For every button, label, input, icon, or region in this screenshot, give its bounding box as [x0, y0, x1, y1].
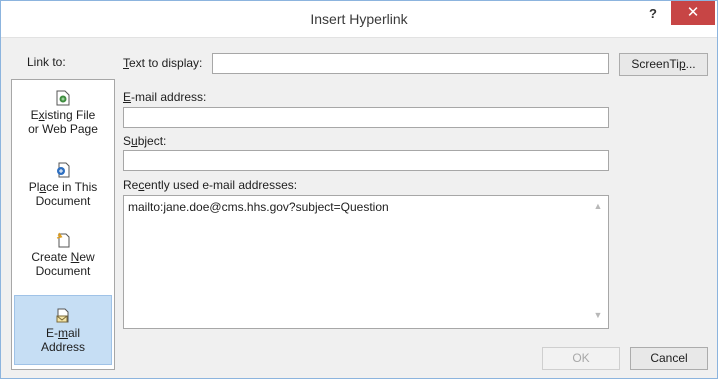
link-to-panel: Existing File or Web Page Place in This …: [11, 79, 115, 370]
link-create-line1-pre: Create: [31, 250, 71, 264]
link-place-line2: Document: [35, 194, 91, 208]
insert-hyperlink-dialog: Insert Hyperlink ? ✕ Link to: Existing F…: [0, 0, 718, 379]
link-email-line1-pre: E-: [45, 326, 58, 340]
subject-label-rest: bject:: [137, 134, 167, 148]
dialog-title: Insert Hyperlink: [310, 11, 408, 27]
link-email-line2: Address: [40, 340, 86, 354]
email-address-label: E-mail address:: [123, 90, 206, 104]
link-create-new-document[interactable]: Create New Document: [14, 232, 112, 282]
link-email-line1-post: ail: [67, 326, 80, 340]
email-address-accel: E: [123, 90, 132, 104]
existing-file-icon: [56, 90, 70, 106]
cancel-button[interactable]: Cancel: [630, 347, 708, 370]
link-place-in-document[interactable]: Place in This Document: [14, 162, 112, 210]
place-in-document-icon: [57, 162, 70, 178]
link-place-line1-pre: Pl: [28, 180, 40, 194]
new-document-icon: [56, 232, 70, 248]
scroll-up-arrow-icon[interactable]: ▲: [590, 201, 606, 215]
link-to-label: Link to:: [27, 55, 66, 69]
ok-button[interactable]: OK: [542, 347, 620, 370]
text-to-display-label-rest: ext to display:: [129, 56, 203, 70]
link-existing-file[interactable]: Existing File or Web Page: [14, 90, 112, 138]
scroll-down-arrow-icon[interactable]: ▼: [590, 310, 606, 324]
link-existing-file-line2: or Web Page: [28, 122, 98, 136]
subject-label: Subject:: [123, 134, 166, 148]
link-place-line1-post: ce in This: [46, 180, 98, 194]
text-to-display-label: Text to display:: [123, 56, 202, 70]
link-email-address[interactable]: E-mail Address: [14, 295, 112, 365]
recent-label-rest: ently used e-mail addresses:: [144, 178, 298, 192]
subject-accel: u: [131, 134, 138, 148]
recent-addresses-label: Recently used e-mail addresses:: [123, 178, 297, 192]
subject-label-pre: S: [123, 134, 132, 148]
link-create-line2: Document: [35, 264, 91, 278]
screentip-label-post: ...: [685, 57, 696, 71]
link-create-line1-post: ew: [79, 250, 95, 264]
recent-label-pre: Re: [123, 178, 139, 192]
title-bar: Insert Hyperlink ? ✕: [1, 1, 717, 38]
help-button[interactable]: ?: [641, 4, 665, 28]
email-address-input[interactable]: [123, 107, 609, 128]
email-icon: [56, 308, 69, 323]
subject-input[interactable]: [123, 150, 609, 171]
link-existing-file-line1-post: isting File: [44, 108, 96, 122]
recent-address-item[interactable]: mailto:jane.doe@cms.hhs.gov?subject=Ques…: [128, 200, 389, 214]
recent-addresses-list[interactable]: mailto:jane.doe@cms.hhs.gov?subject=Ques…: [123, 195, 609, 329]
link-email-line1-accel: m: [57, 326, 68, 340]
email-address-label-rest: -mail address:: [131, 90, 207, 104]
close-button[interactable]: ✕: [671, 1, 715, 25]
screentip-accel: p: [678, 57, 686, 71]
text-to-display-input[interactable]: [212, 53, 609, 74]
screentip-button[interactable]: ScreenTip...: [619, 53, 708, 76]
screentip-label-pre: ScreenTi: [631, 57, 679, 71]
